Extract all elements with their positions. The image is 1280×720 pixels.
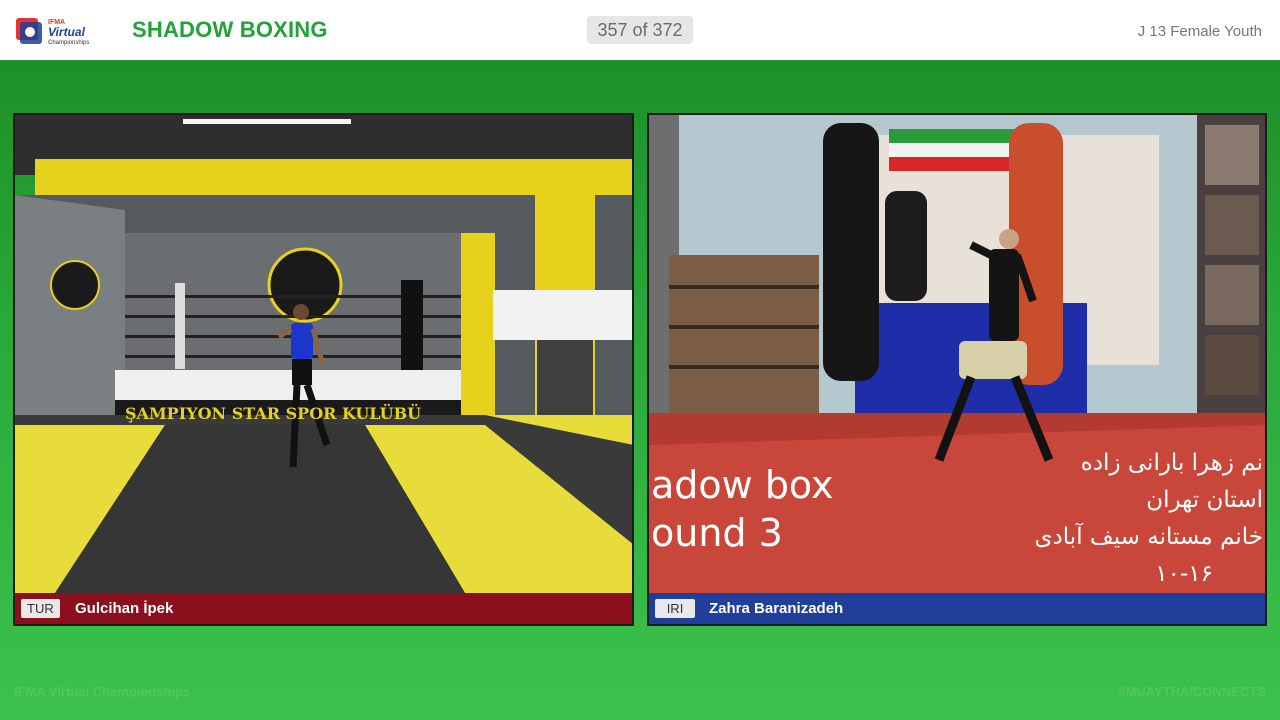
footer-event-name: IFMA Virtual Championships bbox=[14, 684, 191, 699]
caption-line-2: ound 3 bbox=[651, 511, 783, 555]
blue-fighter-name: Zahra Baranizadeh bbox=[709, 600, 844, 617]
video-caption-rtl: نم زهرا بارانی زاده استان تهران خانم مست… bbox=[1035, 445, 1263, 593]
top-bar: IFMA Virtual Championships SHADOW BOXING… bbox=[0, 0, 1280, 60]
rtl-caption-line-2: استان تهران bbox=[1146, 487, 1263, 513]
blue-corner-video[interactable]: adow box ound 3 نم زهرا بارانی زاده استا… bbox=[649, 115, 1265, 593]
blue-corner-namebar: IRI Zahra Baranizadeh bbox=[649, 593, 1265, 624]
blue-country-code: IRI bbox=[655, 599, 695, 618]
entry-counter: 357 of 372 bbox=[587, 16, 693, 44]
svg-text:Virtual: Virtual bbox=[48, 25, 86, 39]
caption-line-1: adow box bbox=[651, 463, 834, 507]
video-caption-overlay: adow box ound 3 bbox=[651, 461, 834, 557]
blue-corner-panel: adow box ound 3 نم زهرا بارانی زاده استا… bbox=[647, 113, 1267, 626]
event-title: SHADOW BOXING bbox=[132, 17, 328, 42]
division-label: J 13 Female Youth bbox=[1137, 23, 1262, 40]
rtl-caption-line-4: ۱۰-۱۶ bbox=[1155, 561, 1213, 587]
red-country-code: TUR bbox=[21, 599, 60, 618]
ifma-logo: IFMA Virtual Championships bbox=[14, 12, 102, 48]
rtl-caption-line-1: نم زهرا بارانی زاده bbox=[1080, 450, 1263, 476]
svg-text:Championships: Championships bbox=[48, 40, 89, 46]
rtl-caption-line-3: خانم مستانه سیف آبادی bbox=[1034, 524, 1263, 550]
red-corner-video[interactable]: ŞAMPIYON STAR SPOR KULÜBÜ bbox=[15, 115, 632, 593]
red-corner-panel: ŞAMPIYON STAR SPOR KULÜBÜ TUR Gulcihan İ… bbox=[13, 113, 634, 626]
footer-hashtag: #MUAYTHAICONNECTS bbox=[1118, 684, 1266, 699]
red-corner-namebar: TUR Gulcihan İpek bbox=[15, 593, 632, 624]
ring-banner-text: ŞAMPIYON STAR SPOR KULÜBÜ bbox=[125, 404, 422, 423]
red-fighter-name: Gulcihan İpek bbox=[75, 600, 174, 617]
